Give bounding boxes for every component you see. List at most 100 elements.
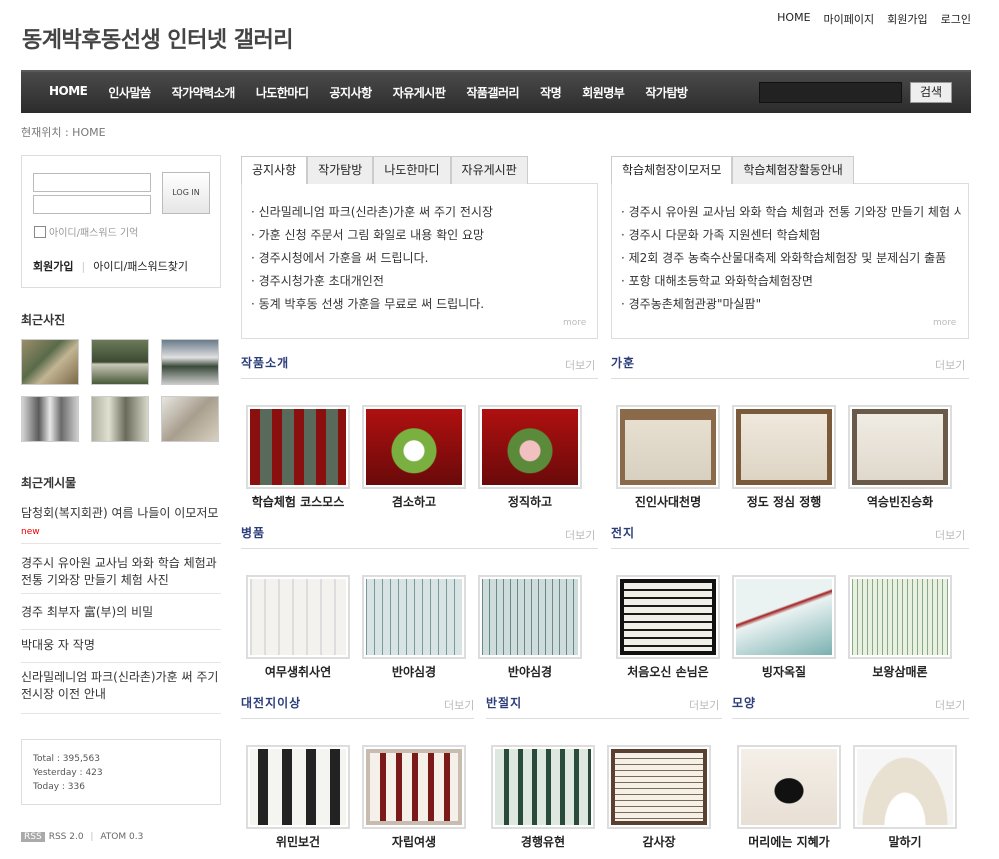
gallery-caption[interactable]: 빙자옥질	[729, 665, 839, 679]
tab-comment[interactable]: 나도한마디	[373, 156, 451, 184]
more-link[interactable]: 더보기	[565, 357, 595, 373]
gallery-thumb[interactable]	[478, 575, 582, 659]
gallery-thumb[interactable]	[737, 745, 841, 829]
notice-item[interactable]: · 경주시청에서 가훈을 써 드립니다.	[251, 247, 493, 270]
gallery-thumb[interactable]	[478, 405, 582, 489]
gallery-caption[interactable]: 보왕삼매론	[845, 665, 955, 679]
more-link[interactable]: 더보기	[935, 357, 965, 373]
nav-item-home[interactable]: HOME	[49, 84, 88, 101]
gallery-heading[interactable]: 반절지	[486, 694, 522, 711]
remember-checkbox[interactable]: 아이디/패스워드 기억	[34, 224, 138, 239]
more-link[interactable]: 더보기	[689, 697, 719, 713]
gallery-thumb[interactable]	[362, 745, 466, 829]
photo-thumb[interactable]	[91, 339, 149, 385]
tab-experience-guide[interactable]: 학습체험장활동안내	[732, 156, 854, 184]
gallery-thumb[interactable]	[362, 575, 466, 659]
password-field[interactable]	[33, 195, 151, 214]
photo-thumb[interactable]	[21, 339, 79, 385]
recent-post-title[interactable]: 신라밀레니엄 파크(신라촌)가훈 써 주기 전시장 이전 안내	[21, 670, 218, 701]
list-item[interactable]: 경주 최부자 富(부)의 비밀	[21, 604, 221, 630]
top-link-join[interactable]: 회원가입	[887, 11, 927, 27]
list-item[interactable]: 박대웅 자 작명	[21, 637, 221, 663]
gallery-caption[interactable]: 처음오신 손님은	[613, 665, 723, 679]
gallery-thumb[interactable]	[848, 405, 952, 489]
list-item[interactable]: 신라밀레니엄 파크(신라촌)가훈 써 주기 전시장 이전 안내	[21, 669, 221, 714]
search-button[interactable]: 검색	[910, 82, 952, 103]
top-link-home[interactable]: HOME	[777, 11, 810, 27]
login-button[interactable]: LOG IN	[162, 172, 210, 214]
list-item[interactable]: 담청회(복지회관) 여름 나들이 이모저모 new	[21, 505, 221, 544]
checkbox-icon[interactable]	[34, 225, 46, 238]
gallery-caption[interactable]: 겸소하고	[359, 495, 469, 509]
gallery-thumb[interactable]	[616, 405, 720, 489]
site-title[interactable]: 동계박후동선생 인터넷 갤러리	[22, 22, 293, 54]
gallery-heading[interactable]: 병품	[241, 524, 265, 541]
gallery-caption[interactable]: 역승빈진승화	[845, 495, 955, 509]
gallery-thumb[interactable]	[246, 405, 350, 489]
gallery-caption[interactable]: 정직하고	[475, 495, 585, 509]
gallery-heading[interactable]: 작품소개	[241, 354, 289, 371]
gallery-caption[interactable]: 머리에는 지혜가	[734, 835, 844, 849]
recent-post-title[interactable]: 경주 최부자 富(부)의 비밀	[21, 605, 153, 619]
tab-freeboard[interactable]: 자유게시판	[450, 156, 528, 184]
recent-post-title[interactable]: 담청회(복지회관) 여름 나들이 이모저모	[21, 506, 218, 520]
photo-thumb[interactable]	[21, 396, 79, 442]
experience-item[interactable]: · 경주농촌체험관광"마실팜"	[621, 293, 961, 316]
photo-thumb[interactable]	[161, 396, 219, 442]
nav-item-freeboard[interactable]: 자유게시판	[393, 84, 446, 101]
gallery-heading[interactable]: 모양	[732, 694, 756, 711]
notice-item[interactable]: · 동계 박후동 선생 가훈을 무료로 써 드립니다.	[251, 293, 493, 316]
photo-thumb[interactable]	[161, 339, 219, 385]
recent-post-title[interactable]: 경주시 유아원 교사님 와화 학습 체험과 전통 기와장 만들기 체험 사진	[21, 556, 217, 587]
photo-thumb[interactable]	[91, 396, 149, 442]
gallery-thumb[interactable]	[853, 745, 957, 829]
tab-experience-news[interactable]: 학습체험장이모저모	[611, 156, 733, 184]
gallery-caption[interactable]: 여무생취사연	[243, 665, 353, 679]
username-field[interactable]	[33, 173, 151, 192]
join-link[interactable]: 회원가입	[33, 260, 73, 273]
gallery-thumb[interactable]	[607, 745, 711, 829]
notice-item[interactable]: · 신라밀레니엄 파크(신라촌)가훈 써 주기 전시장	[251, 201, 493, 224]
gallery-heading[interactable]: 전지	[611, 524, 635, 541]
recent-post-title[interactable]: 박대웅 자 작명	[21, 638, 95, 652]
nav-item-visit[interactable]: 작가탐방	[645, 84, 688, 101]
more-link[interactable]: more	[563, 318, 586, 328]
gallery-caption[interactable]: 반야심경	[359, 665, 469, 679]
gallery-caption[interactable]: 경행유현	[488, 835, 598, 849]
gallery-caption[interactable]: 자립여생	[359, 835, 469, 849]
experience-item[interactable]: · 포항 대해초등학교 와화학습체험장면	[621, 270, 961, 293]
gallery-thumb[interactable]	[732, 405, 836, 489]
more-link[interactable]: 더보기	[565, 527, 595, 543]
more-link[interactable]: 더보기	[935, 527, 965, 543]
gallery-thumb[interactable]	[848, 575, 952, 659]
gallery-thumb[interactable]	[616, 575, 720, 659]
top-link-mypage[interactable]: 마이페이지	[824, 11, 875, 27]
tab-artist-visit[interactable]: 작가탐방	[307, 156, 374, 184]
nav-item-comment[interactable]: 나도한마디	[256, 84, 309, 101]
rss-link[interactable]: RSS 2.0	[49, 832, 84, 842]
gallery-heading[interactable]: 가훈	[611, 354, 635, 371]
more-link[interactable]: 더보기	[444, 697, 474, 713]
nav-item-members[interactable]: 회원명부	[582, 84, 625, 101]
nav-item-gallery[interactable]: 작품갤러리	[466, 84, 519, 101]
find-account-link[interactable]: 아이디/패스워드찾기	[93, 260, 188, 273]
top-link-login[interactable]: 로그인	[941, 11, 971, 27]
gallery-caption[interactable]: 학습체험 코스모스	[243, 495, 353, 509]
more-link[interactable]: more	[933, 318, 956, 328]
gallery-thumb[interactable]	[362, 405, 466, 489]
nav-item-notice[interactable]: 공지사항	[330, 84, 373, 101]
notice-item[interactable]: · 가훈 신청 주문서 그림 화일로 내용 확인 요망	[251, 224, 493, 247]
gallery-caption[interactable]: 정도 정심 정행	[729, 495, 839, 509]
gallery-thumb[interactable]	[246, 575, 350, 659]
gallery-caption[interactable]: 반야심경	[475, 665, 585, 679]
atom-link[interactable]: ATOM 0.3	[100, 832, 143, 842]
tab-notice[interactable]: 공지사항	[241, 156, 308, 184]
nav-item-profile[interactable]: 작가약력소개	[172, 84, 236, 101]
gallery-caption[interactable]: 말하기	[850, 835, 960, 849]
notice-item[interactable]: · 경주시청가훈 초대개인전	[251, 270, 493, 293]
nav-item-greeting[interactable]: 인사말씀	[108, 84, 151, 101]
gallery-caption[interactable]: 위민보건	[243, 835, 353, 849]
nav-item-naming[interactable]: 작명	[540, 84, 562, 101]
gallery-heading[interactable]: 대전지이상	[241, 694, 301, 711]
gallery-caption[interactable]: 감사장	[604, 835, 714, 849]
